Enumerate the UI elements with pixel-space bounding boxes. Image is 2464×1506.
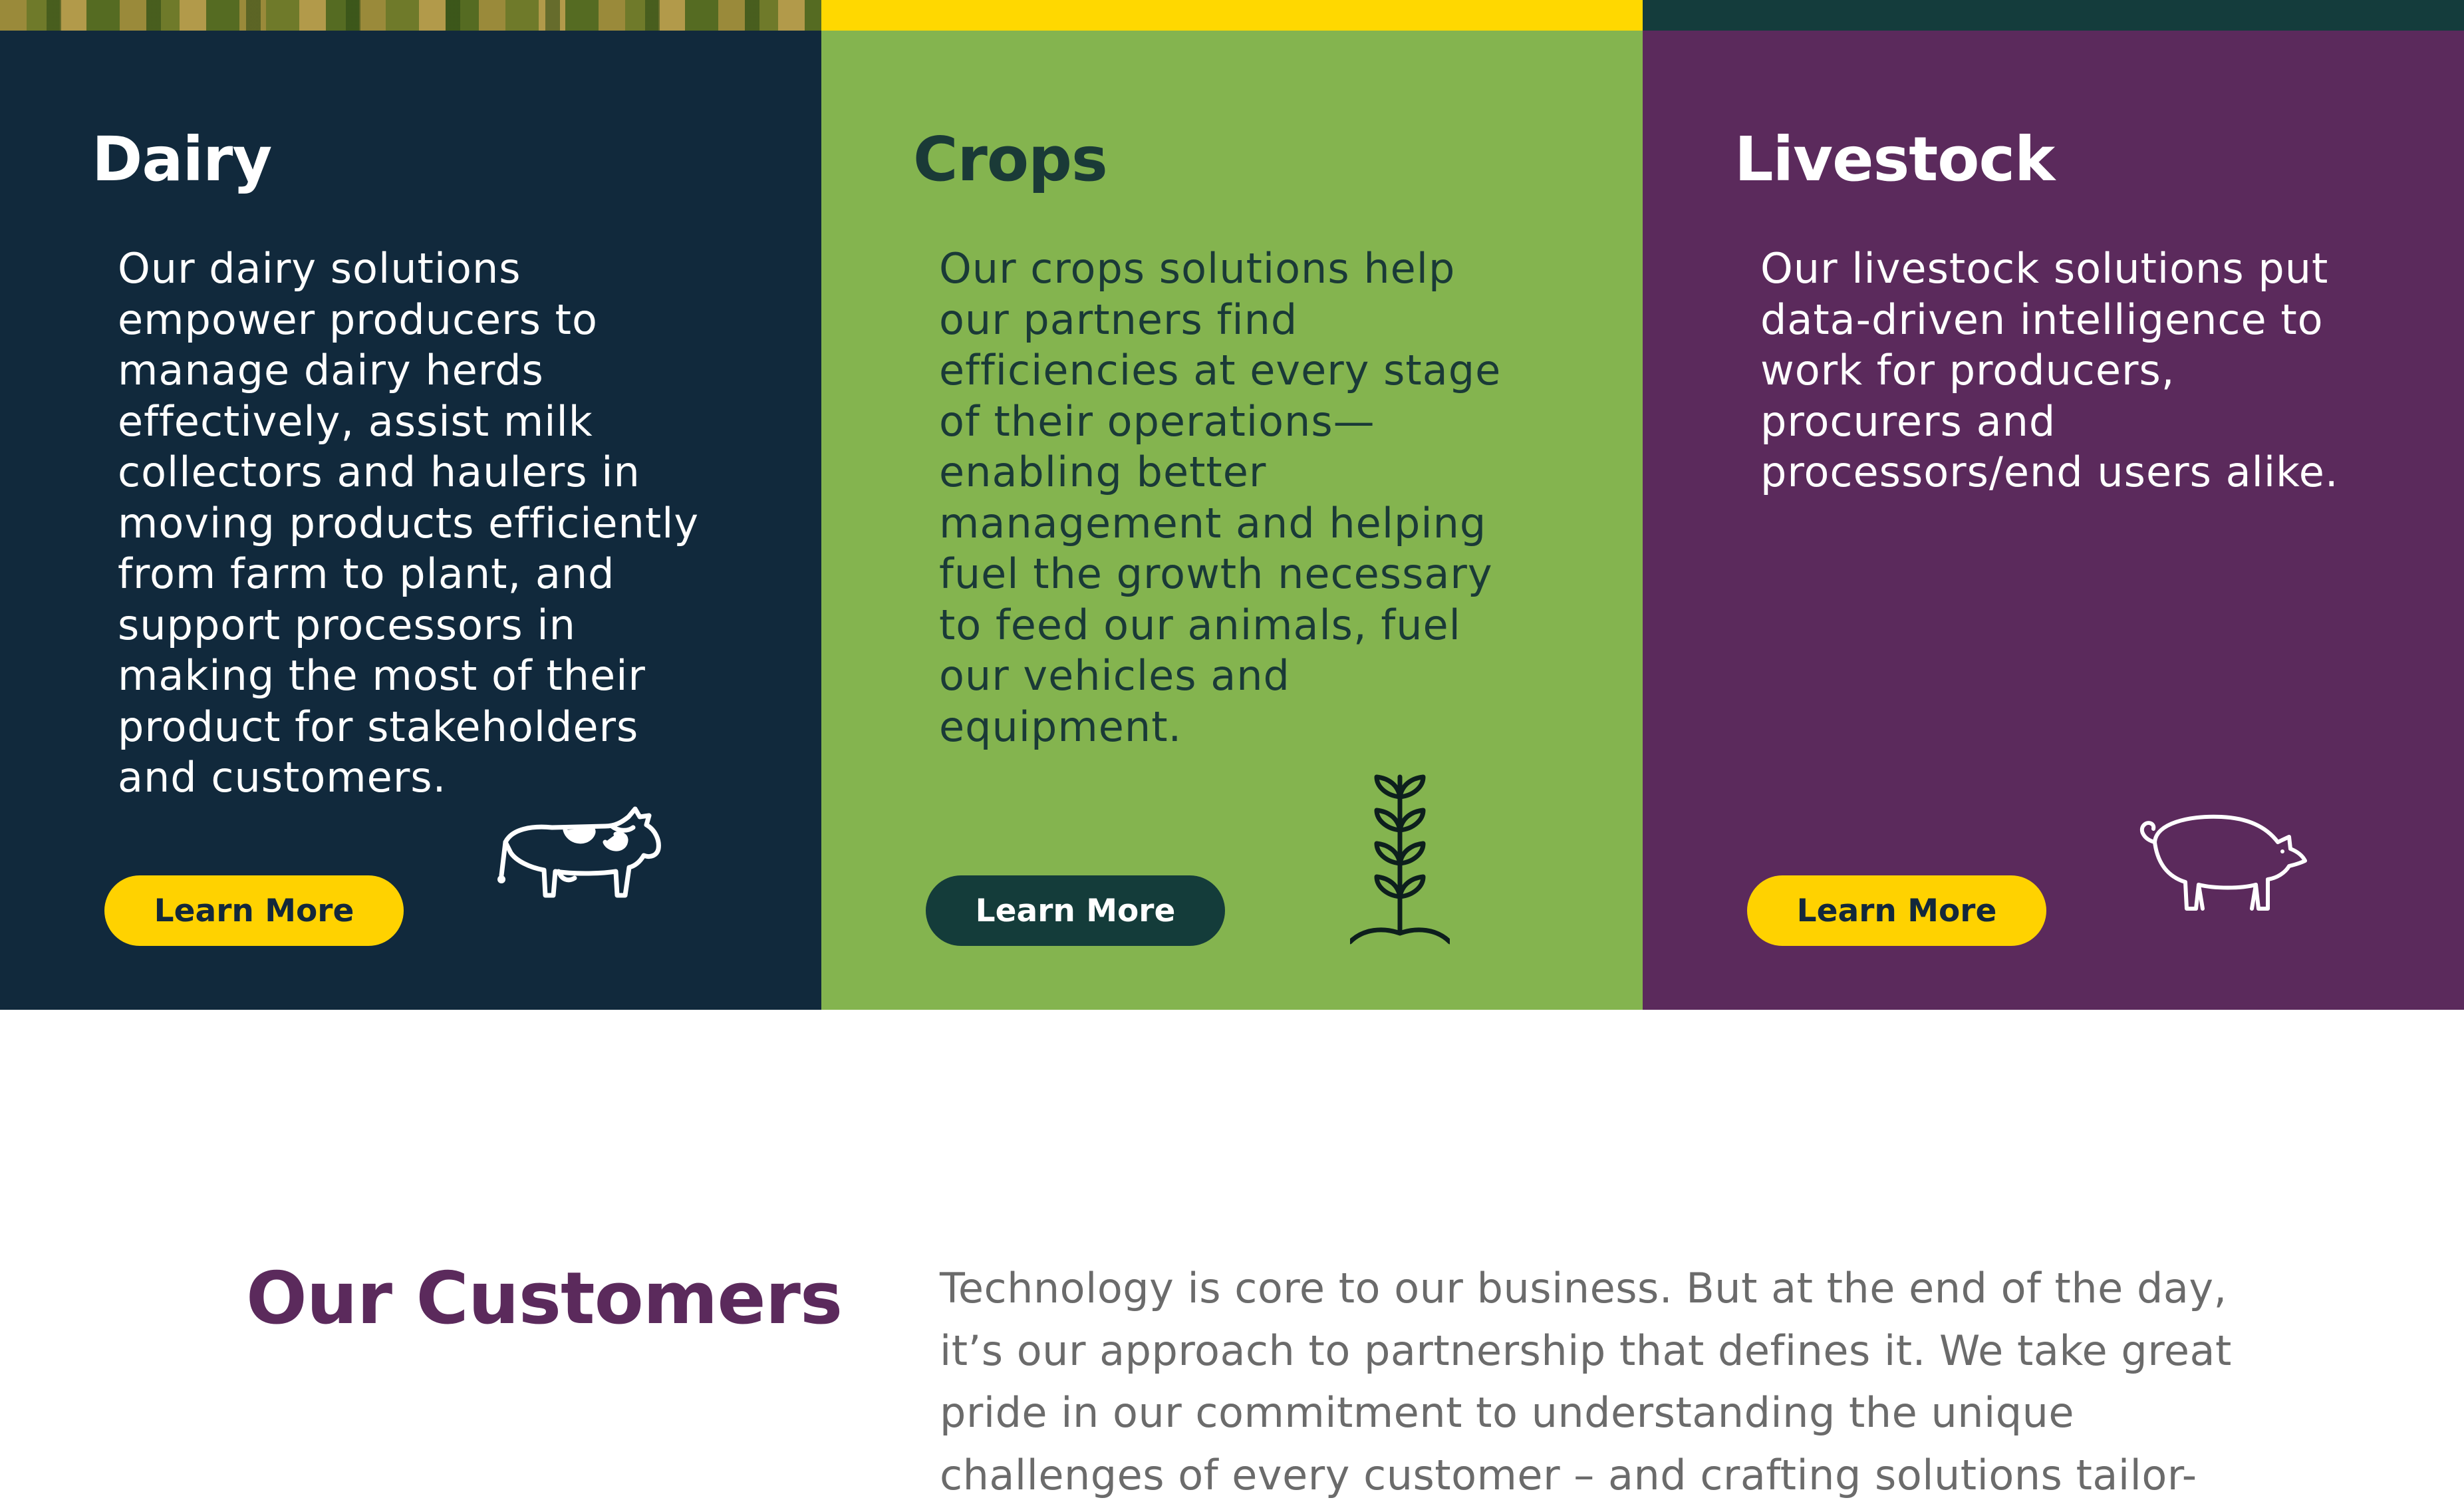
pig-icon	[2139, 814, 2307, 911]
cow-icon	[497, 806, 661, 898]
dairy-learn-more-button[interactable]: Learn More	[104, 875, 404, 946]
crops-learn-more-button[interactable]: Learn More	[926, 875, 1225, 946]
livestock-card: Livestock Our livestock solutions put da…	[1643, 31, 2464, 1010]
yellow-color-strip	[821, 0, 1643, 31]
customers-description: Technology is core to our business. But …	[940, 1264, 2232, 1499]
livestock-description: Our livestock solutions put data-driven …	[1760, 244, 2339, 496]
dairy-card: Dairy Our dairy solutions empower produc…	[0, 31, 821, 1010]
dark-green-color-strip	[1643, 0, 2464, 31]
dairy-title: Dairy	[92, 124, 272, 195]
livestock-learn-more-button[interactable]: Learn More	[1747, 875, 2046, 946]
plant-icon	[1350, 774, 1450, 945]
wheat-image-strip	[0, 0, 821, 31]
customers-heading: Our Customers	[246, 1257, 843, 1340]
dairy-description: Our dairy solutions empower producers to…	[118, 244, 700, 802]
crops-title: Crops	[913, 124, 1108, 195]
crops-description: Our crops solutions help our partners fi…	[939, 244, 1502, 751]
crops-card: Crops Our crops solutions help our partn…	[821, 31, 1643, 1010]
livestock-title: Livestock	[1734, 124, 2055, 195]
